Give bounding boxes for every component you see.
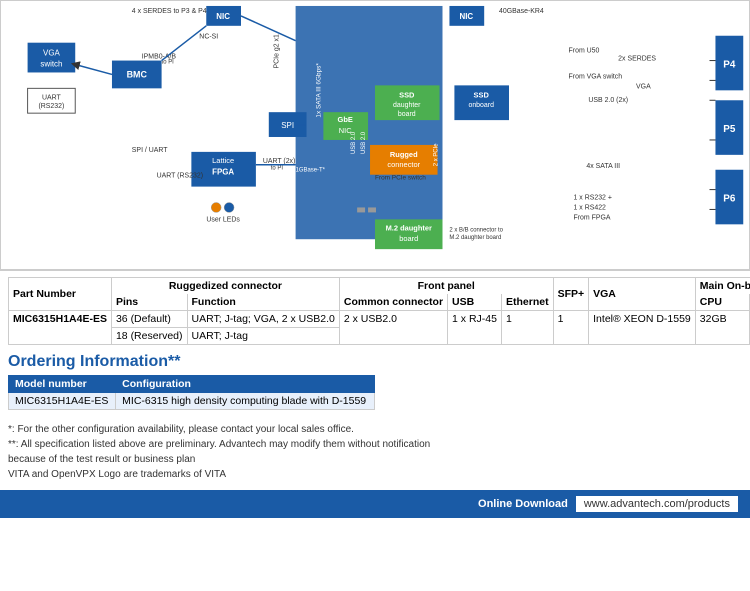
col-function: Function: [187, 294, 339, 311]
svg-text:1 x RS422: 1 x RS422: [574, 204, 607, 211]
svg-text:UART (2x): UART (2x): [263, 158, 296, 165]
col-ruggedized-header: Ruggedized connector: [111, 278, 339, 295]
ordering-section: Ordering Information** Model number Conf…: [0, 349, 750, 420]
svg-text:onboard: onboard: [468, 102, 494, 109]
svg-text:VGA: VGA: [636, 83, 651, 90]
svg-text:40GBase-KR4: 40GBase-KR4: [499, 8, 544, 15]
function-2-cell: UART; J-tag: [187, 328, 339, 345]
usb-cell: 2 x USB2.0: [339, 311, 447, 345]
svg-text:NIC: NIC: [459, 12, 473, 21]
specs-table: Part Number Ruggedized connector Front p…: [8, 277, 750, 345]
svg-text:SSD: SSD: [399, 90, 415, 99]
table-row: MIC6315H1A4E-ES 36 (Default) UART; J-tag…: [9, 311, 750, 328]
note-3: because of the test result or business p…: [8, 452, 742, 467]
svg-text:1GBase-T*: 1GBase-T*: [296, 168, 326, 174]
svg-text:2x SERDES: 2x SERDES: [618, 56, 656, 63]
sfp-cell: 1: [501, 311, 553, 345]
col-front-panel-header: Front panel: [339, 278, 553, 295]
footer-url: www.advantech.com/products: [576, 496, 738, 512]
col-usb: USB: [448, 294, 502, 311]
svg-text:M.2 daughter: M.2 daughter: [386, 223, 432, 232]
svg-text:UART: UART: [42, 94, 62, 101]
svg-text:P5: P5: [723, 124, 736, 135]
svg-text:to PI: to PI: [162, 60, 175, 66]
svg-text:Rugged: Rugged: [390, 150, 418, 159]
svg-text:daughter: daughter: [393, 102, 421, 109]
pins-2-cell: 18 (Reserved): [111, 328, 187, 345]
col-common-connector: Common connector: [339, 294, 447, 311]
svg-text:NIC: NIC: [216, 12, 230, 21]
svg-text:UART (RS232): UART (RS232): [157, 173, 203, 180]
svg-text:User LEDs: User LEDs: [206, 216, 240, 223]
svg-text:1x SATA III 6Gbps*: 1x SATA III 6Gbps*: [315, 63, 322, 118]
svg-text:board: board: [399, 234, 418, 243]
col-sfp: SFP+: [553, 278, 589, 311]
svg-text:From U50: From U50: [569, 48, 600, 55]
svg-text:USB 2.0 (2x): USB 2.0 (2x): [588, 97, 628, 104]
note-1: *: For the other configuration availabil…: [8, 422, 742, 437]
svg-text:2 x B/B connector to: 2 x B/B connector to: [449, 227, 503, 233]
svg-text:From FPGA: From FPGA: [574, 214, 611, 221]
svg-text:Lattice: Lattice: [212, 156, 234, 165]
svg-text:USB 2.0: USB 2.0: [361, 131, 367, 154]
part-number-cell: MIC6315H1A4E-ES: [9, 311, 112, 345]
svg-text:VGA: VGA: [43, 49, 60, 58]
svg-text:board: board: [398, 111, 416, 118]
svg-text:From PCIe switch: From PCIe switch: [375, 175, 426, 182]
pins-1-cell: 36 (Default): [111, 311, 187, 328]
col-main-features-header: Main On-board Features: [695, 278, 750, 295]
svg-text:P4: P4: [723, 60, 736, 71]
function-1-cell: UART; J-tag; VGA, 2 x USB2.0: [187, 311, 339, 328]
notes-section: *: For the other configuration availabil…: [0, 420, 750, 486]
svg-text:M.2 daughter board: M.2 daughter board: [449, 235, 501, 241]
svg-text:(RS232): (RS232): [38, 103, 64, 110]
specs-section: Part Number Ruggedized connector Front p…: [0, 270, 750, 349]
vga-cell: 1: [553, 311, 589, 345]
ordering-table: Model number Configuration MIC6315H1A4E-…: [8, 375, 375, 410]
svg-text:2 x PCIe: 2 x PCIe: [434, 143, 440, 166]
block-diagram: P4 P5 P6 NIC NIC 4 x SERDES to P3 & P4 4…: [0, 0, 750, 270]
cpu-cell: Intel® XEON D-1559: [589, 311, 696, 345]
svg-text:4x SATA III: 4x SATA III: [586, 163, 620, 170]
svg-text:NC-SI: NC-SI: [199, 34, 218, 41]
svg-text:P6: P6: [723, 194, 736, 205]
footer-label: Online Download: [478, 498, 568, 510]
ordering-model-cell: MIC6315H1A4E-ES: [9, 393, 116, 410]
ordering-config-cell: MIC-6315 high density computing blade wi…: [116, 393, 375, 410]
svg-text:4 x SERDES to P3 & P4: 4 x SERDES to P3 & P4: [132, 8, 207, 15]
svg-text:to PI: to PI: [271, 166, 284, 172]
col-cpu: CPU: [695, 294, 750, 311]
memory-cell: 32GB: [695, 311, 750, 345]
ordering-col-config: Configuration: [116, 376, 375, 393]
note-4: VITA and OpenVPX Logo are trademarks of …: [8, 467, 742, 482]
ethernet-cell: 1 x RJ-45: [448, 311, 502, 345]
svg-text:BMC: BMC: [127, 69, 148, 79]
footer-bar: Online Download www.advantech.com/produc…: [0, 490, 750, 518]
ordering-col-model: Model number: [9, 376, 116, 393]
svg-text:USB 2.0: USB 2.0: [351, 131, 357, 154]
svg-text:GbE: GbE: [338, 115, 353, 124]
svg-text:SPI: SPI: [281, 121, 294, 130]
svg-text:PCIe g2 x1: PCIe g2 x1: [274, 34, 281, 68]
col-ethernet: Ethernet: [501, 294, 553, 311]
ordering-title: Ordering Information**: [8, 353, 742, 371]
ordering-row: MIC6315H1A4E-ES MIC-6315 high density co…: [9, 393, 375, 410]
note-2: **: All specification listed above are p…: [8, 437, 742, 452]
svg-text:1 x RS232 +: 1 x RS232 +: [574, 195, 612, 202]
col-vga: VGA: [589, 278, 696, 311]
col-pins: Pins: [111, 294, 187, 311]
svg-text:From VGA switch: From VGA switch: [569, 73, 623, 80]
svg-text:FPGA: FPGA: [212, 168, 234, 177]
col-part-number: Part Number: [9, 278, 112, 311]
svg-text:SSD: SSD: [474, 90, 490, 99]
svg-text:switch: switch: [40, 60, 62, 69]
svg-text:connector: connector: [387, 160, 420, 169]
svg-text:SPI / UART: SPI / UART: [132, 147, 168, 154]
